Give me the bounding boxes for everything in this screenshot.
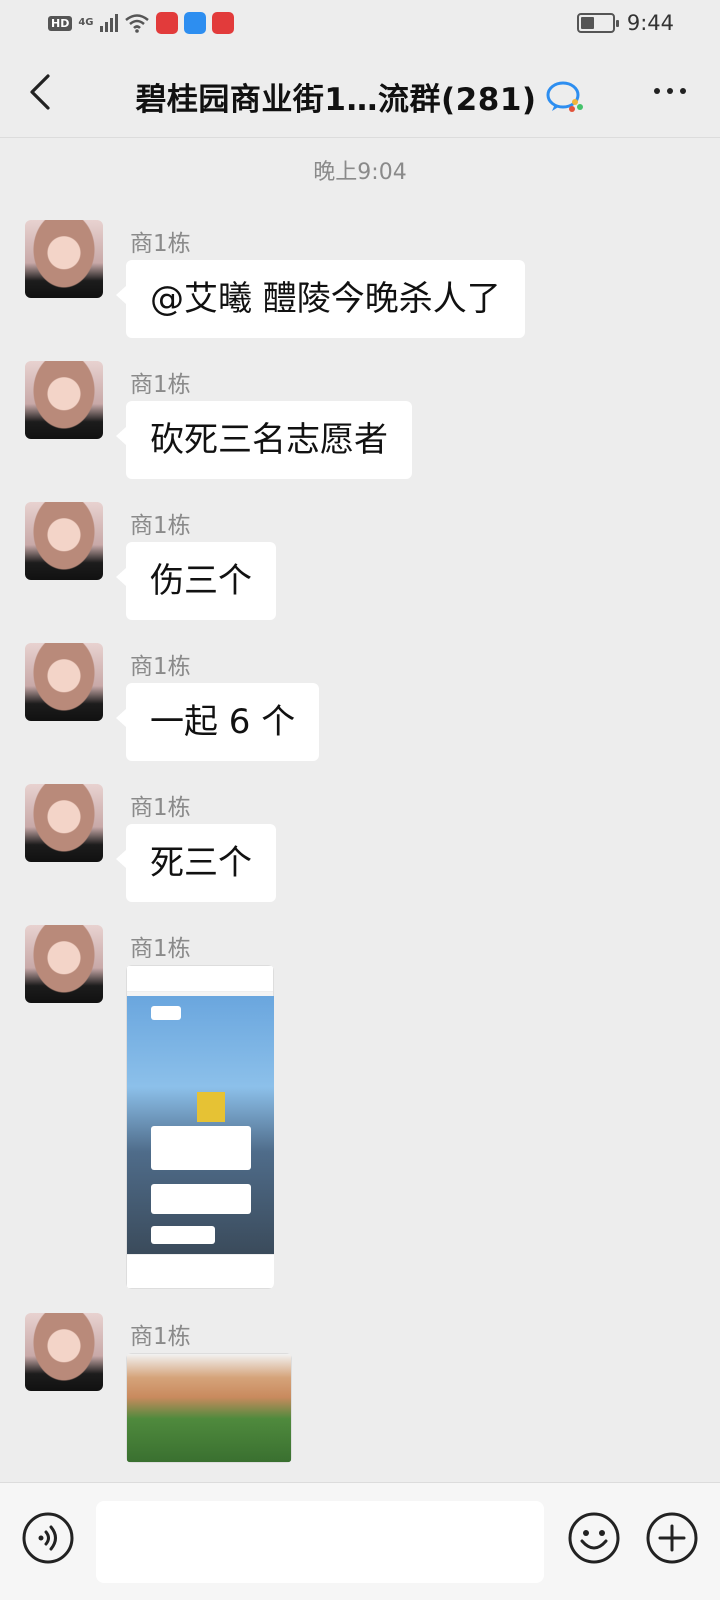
more-button[interactable] <box>654 88 686 94</box>
sender-name: 商1栋 <box>130 231 191 257</box>
thumbnail-bubble <box>151 1184 251 1214</box>
image-message[interactable] <box>126 1353 292 1463</box>
sender-name: 商1栋 <box>130 1324 191 1350</box>
message-bubble[interactable]: 砍死三名志愿者 <box>116 401 412 479</box>
status-bar: HD 4G 9:44 <box>0 0 720 46</box>
avatar[interactable] <box>25 361 103 439</box>
thumbnail-bubble <box>151 1006 181 1020</box>
sender-name: 商1栋 <box>130 654 191 680</box>
cloud-app-icon <box>183 12 206 34</box>
more-dot <box>680 88 686 94</box>
message-bubble[interactable]: 死三个 <box>116 824 276 902</box>
avatar[interactable] <box>25 643 103 721</box>
sender-name: 商1栋 <box>130 513 191 539</box>
enterprise-chat-icon <box>546 81 583 112</box>
avatar[interactable] <box>25 1313 103 1391</box>
wifi-icon <box>124 14 149 33</box>
thumbnail-bubble <box>151 1226 215 1244</box>
sender-name: 商1栋 <box>130 795 191 821</box>
screenshot-thumbnail <box>126 965 274 1289</box>
chat-header: 碧桂园商业街1…流群(281) <box>0 46 720 138</box>
more-dot <box>654 88 660 94</box>
input-bar <box>0 1482 720 1600</box>
avatar[interactable] <box>25 220 103 298</box>
more-dot <box>667 88 673 94</box>
group-title: 碧桂园商业街1…流群(281) <box>0 74 720 119</box>
chat-messages[interactable]: 晚上9:04 商1栋 @艾曦 醴陵今晚杀人了 商1栋 砍死三名志愿者 商1栋 伤… <box>0 138 720 1482</box>
thumbnail-photo <box>197 1092 225 1122</box>
message-bubble[interactable]: 伤三个 <box>116 542 276 620</box>
plus-button[interactable] <box>645 1511 699 1565</box>
sender-name: 商1栋 <box>130 372 191 398</box>
voice-button[interactable] <box>21 1511 75 1565</box>
avatar[interactable] <box>25 502 103 580</box>
avatar[interactable] <box>25 925 103 1003</box>
photo-thumbnail <box>126 1353 292 1463</box>
thumbnail-bubble <box>151 1126 251 1170</box>
sender-name: 商1栋 <box>130 936 191 962</box>
battery-icon <box>576 13 619 33</box>
app-notification-icon <box>155 12 178 34</box>
status-icons-right: 9:44 <box>576 11 674 35</box>
signal-icon <box>99 14 118 32</box>
group-title-text: 碧桂园商业街1…流群(281) <box>135 82 537 118</box>
message-input[interactable] <box>96 1501 544 1583</box>
status-time: 9:44 <box>626 11 674 35</box>
thumbnail-nav-bar <box>127 1254 274 1288</box>
app-notification-icon <box>211 12 234 34</box>
emoji-button[interactable] <box>567 1511 621 1565</box>
status-icons-left: HD 4G <box>48 12 234 34</box>
avatar[interactable] <box>25 784 103 862</box>
image-message[interactable] <box>126 965 274 1289</box>
message-timestamp: 晚上9:04 <box>313 160 407 185</box>
message-bubble[interactable]: 一起 6 个 <box>115 683 320 761</box>
hd-icon: HD <box>48 15 73 31</box>
message-bubble[interactable]: @艾曦 醴陵今晚杀人了 <box>116 260 525 338</box>
network-type-icon: 4G <box>78 17 94 28</box>
thumbnail-header <box>127 966 273 992</box>
